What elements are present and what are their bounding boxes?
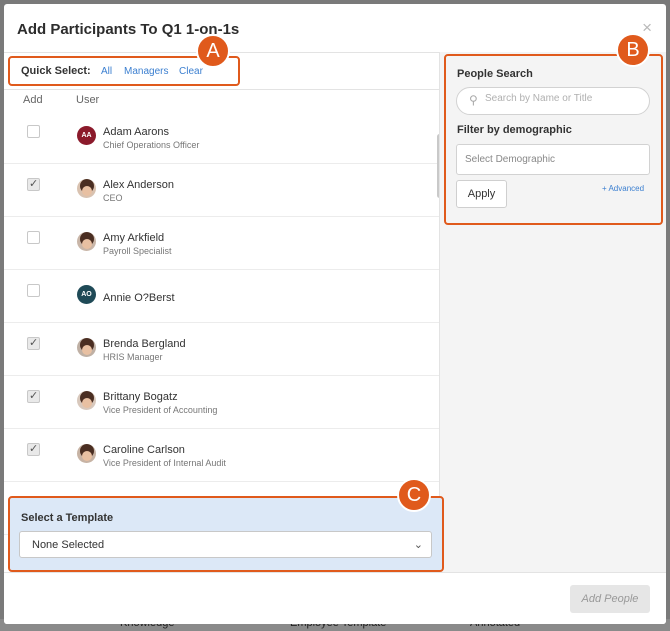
column-header-add: Add (23, 94, 43, 106)
template-select[interactable]: None Selected ⌄ (19, 531, 432, 558)
user-name: Brenda Bergland (103, 338, 186, 350)
filter-panel: People Search ⚲ Filter by demographic Se… (440, 52, 666, 572)
person-icon (81, 185, 92, 196)
avatar-photo (77, 391, 96, 410)
avatar-photo (77, 232, 96, 251)
add-checkbox[interactable] (27, 336, 40, 350)
demographic-select[interactable]: Select Demographic (456, 144, 650, 175)
dialog-footer: Add People (4, 572, 666, 624)
person-icon (81, 450, 92, 461)
person-icon (81, 397, 92, 408)
template-selected-value: None Selected (32, 539, 105, 551)
add-checkbox[interactable] (27, 442, 40, 456)
apply-button[interactable]: Apply (456, 180, 507, 208)
user-title: Vice President of Internal Audit (103, 458, 226, 468)
user-name: Amy Arkfield (103, 232, 165, 244)
user-title: Chief Operations Officer (103, 140, 200, 150)
add-checkbox[interactable] (27, 125, 40, 138)
user-row[interactable]: Brittany Bogatz Vice President of Account… (4, 376, 439, 429)
user-name: Annie O?Berst (103, 292, 175, 304)
add-checkbox[interactable] (27, 389, 40, 403)
column-headers: Add User (4, 89, 439, 111)
user-row[interactable]: Amy Arkfield Payroll Specialist (4, 217, 439, 270)
demographic-select-placeholder: Select Demographic (465, 154, 556, 165)
person-icon (81, 344, 92, 355)
add-people-button[interactable]: Add People (570, 585, 650, 613)
avatar-photo (77, 338, 96, 357)
template-section: Select a Template None Selected ⌄ (8, 496, 444, 572)
user-title: Vice President of Accounting (103, 405, 218, 415)
avatar-initials: AO (77, 285, 96, 304)
people-search-input[interactable] (485, 93, 640, 104)
demographic-filter-label: Filter by demographic (457, 124, 572, 136)
user-name: Brittany Bogatz (103, 391, 178, 403)
add-checkbox[interactable] (27, 231, 40, 244)
avatar-initials: AA (77, 126, 96, 145)
quick-select-managers-link[interactable]: Managers (124, 66, 168, 77)
user-row[interactable]: AA Adam Aarons Chief Operations Officer (4, 111, 439, 164)
annotation-badge-a: A (196, 34, 230, 68)
user-row[interactable]: Alex Anderson CEO (4, 164, 439, 217)
user-name: Alex Anderson (103, 179, 174, 191)
quick-select-clear-link[interactable]: Clear (179, 66, 203, 77)
add-participants-dialog: Add Participants To Q1 1-on-1s × Quick S… (4, 4, 666, 624)
user-title: CEO (103, 193, 123, 203)
people-search-field[interactable]: ⚲ (456, 87, 650, 115)
column-header-user: User (76, 94, 100, 106)
annotation-badge-b: B (616, 33, 650, 67)
search-icon: ⚲ (469, 93, 478, 107)
add-checkbox[interactable] (27, 284, 40, 297)
search-filter-box: People Search ⚲ Filter by demographic Se… (444, 54, 663, 225)
annotation-badge-c: C (397, 478, 431, 512)
user-row[interactable]: Brenda Bergland HRIS Manager (4, 323, 439, 376)
user-name: Caroline Carlson (103, 444, 185, 456)
chevron-down-icon: ⌄ (413, 539, 423, 551)
participants-panel: Quick Select: All Managers Clear Add Use… (4, 52, 442, 572)
person-icon (81, 238, 92, 249)
quick-select-all-link[interactable]: All (101, 66, 112, 77)
add-checkbox[interactable] (27, 177, 40, 191)
user-title: HRIS Manager (103, 352, 163, 362)
user-title: Payroll Specialist (103, 246, 172, 256)
advanced-filter-link[interactable]: + Advanced (602, 184, 644, 193)
user-name: Adam Aarons (103, 126, 170, 138)
user-row[interactable]: Caroline Carlson Vice President of Intern… (4, 429, 439, 482)
close-icon[interactable]: × (642, 18, 652, 38)
quick-select-label: Quick Select: (21, 65, 91, 77)
people-search-label: People Search (457, 68, 533, 80)
avatar-photo (77, 179, 96, 198)
avatar-photo (77, 444, 96, 463)
template-label: Select a Template (21, 512, 114, 524)
user-row[interactable]: AO Annie O?Berst (4, 270, 439, 323)
